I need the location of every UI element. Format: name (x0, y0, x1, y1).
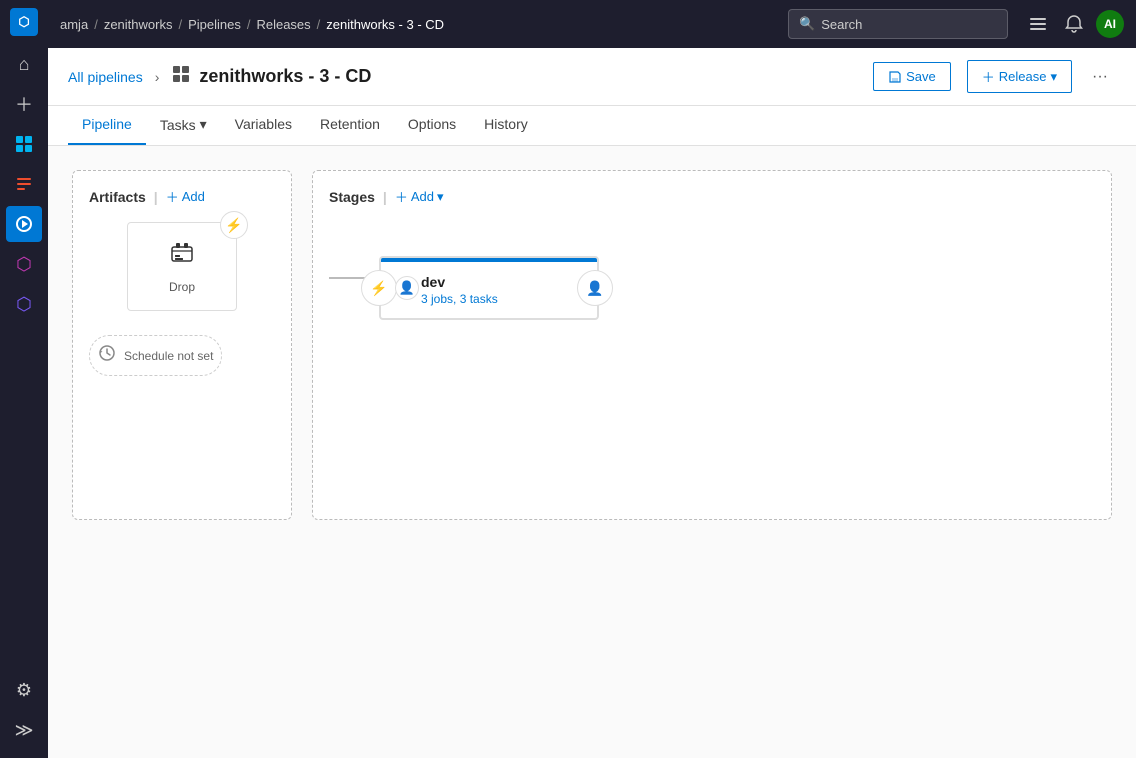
stage-wrapper: ⚡ 👤 dev 3 jobs, 3 tasks 👤 (329, 236, 1095, 320)
sidebar-item-pipelines[interactable] (6, 206, 42, 242)
tabs-bar: Pipeline Tasks ▾ Variables Retention Opt… (48, 106, 1136, 146)
sidebar: ⬡ ⌂ ＋ ⬡ ⬡ ⚙ ≫ (0, 0, 48, 758)
tab-options[interactable]: Options (394, 106, 470, 145)
pipeline-type-icon (171, 64, 191, 89)
tab-retention[interactable]: Retention (306, 106, 394, 145)
artifact-card-drop[interactable]: ⚡ Drop (127, 222, 237, 311)
pipeline-canvas: Artifacts | ＋ Add ⚡ (48, 146, 1136, 758)
stage-meta: 3 jobs, 3 tasks (421, 292, 585, 306)
schedule-badge[interactable]: Schedule not set (89, 335, 222, 376)
stage-approval-left-icon[interactable]: 👤 (395, 276, 419, 300)
topbar: amja / zenithworks / Pipelines / Release… (48, 0, 1136, 48)
artifact-type-icon (140, 239, 224, 274)
tab-pipeline[interactable]: Pipeline (68, 106, 146, 145)
artifacts-header: Artifacts | ＋ Add (89, 187, 275, 206)
breadcrumb: amja / zenithworks / Pipelines / Release… (60, 17, 444, 32)
notifications-icon[interactable] (1060, 10, 1088, 38)
sidebar-item-repo[interactable] (6, 166, 42, 202)
save-button[interactable]: Save (873, 62, 951, 91)
schedule-clock-icon (98, 344, 116, 367)
topbar-actions: AI (1024, 10, 1124, 38)
stages-title: Stages (329, 189, 375, 205)
breadcrumb-releases[interactable]: Releases (256, 17, 310, 32)
sidebar-logo[interactable]: ⬡ (10, 8, 38, 36)
artifact-name: Drop (140, 280, 224, 294)
add-stage-plus: ＋ (395, 187, 408, 206)
search-icon: 🔍 (799, 16, 815, 32)
add-artifact-plus: ＋ (166, 187, 179, 206)
sidebar-item-artifacts[interactable]: ⬡ (6, 286, 42, 322)
content-area: All pipelines › zenithworks - 3 - CD Sav… (48, 48, 1136, 758)
stage-card-dev[interactable]: ⚡ 👤 dev 3 jobs, 3 tasks 👤 (379, 256, 599, 320)
logo-icon: ⬡ (18, 14, 29, 30)
sidebar-item-add[interactable]: ＋ (6, 86, 42, 122)
breadcrumb-current: zenithworks - 3 - CD (326, 17, 444, 32)
page-title: zenithworks - 3 - CD (199, 66, 371, 87)
artifacts-title: Artifacts (89, 189, 146, 205)
stages-header: Stages | ＋ Add ▾ (329, 187, 1095, 206)
all-pipelines-link[interactable]: All pipelines (68, 69, 143, 85)
plus-icon: ＋ (982, 67, 995, 86)
breadcrumb-zenithworks[interactable]: zenithworks (104, 17, 173, 32)
tab-tasks[interactable]: Tasks ▾ (146, 106, 221, 145)
breadcrumb-amja[interactable]: amja (60, 17, 88, 32)
add-artifact-link[interactable]: ＋ Add (166, 187, 205, 206)
main-content: amja / zenithworks / Pipelines / Release… (48, 0, 1136, 758)
sidebar-item-home[interactable]: ⌂ (6, 46, 42, 82)
more-options-button[interactable]: ··· (1084, 64, 1116, 90)
add-stage-link[interactable]: ＋ Add ▾ (395, 187, 444, 206)
tab-history[interactable]: History (470, 106, 542, 145)
user-avatar[interactable]: AI (1096, 10, 1124, 38)
canvas-panels: Artifacts | ＋ Add ⚡ (72, 170, 1112, 520)
stage-approval-right-icon[interactable]: 👤 (577, 270, 613, 306)
sidebar-item-boards[interactable] (6, 126, 42, 162)
release-button[interactable]: ＋ Release ▾ (967, 60, 1072, 93)
breadcrumb-pipelines[interactable]: Pipelines (188, 17, 241, 32)
add-stage-dropdown-icon: ▾ (437, 189, 444, 205)
pipeline-header: All pipelines › zenithworks - 3 - CD Sav… (48, 48, 1136, 106)
artifact-lightning-icon: ⚡ (220, 211, 248, 239)
sidebar-item-testplans[interactable]: ⬡ (6, 246, 42, 282)
dropdown-icon: ▾ (1050, 69, 1057, 85)
stages-panel: Stages | ＋ Add ▾ (312, 170, 1112, 520)
stage-pre-deployment-icon[interactable]: ⚡ (361, 270, 397, 306)
schedule-label: Schedule not set (124, 349, 213, 363)
collapse-icon[interactable]: ≫ (6, 712, 42, 748)
settings-icon[interactable]: ⚙ (6, 672, 42, 708)
list-icon[interactable] (1024, 10, 1052, 38)
search-box[interactable]: 🔍 Search (788, 9, 1008, 39)
stage-name: dev (421, 274, 585, 290)
artifacts-panel: Artifacts | ＋ Add ⚡ (72, 170, 292, 520)
header-arrow: › (155, 69, 160, 85)
tasks-dropdown-icon: ▾ (200, 116, 207, 133)
search-placeholder: Search (821, 17, 862, 32)
tab-variables[interactable]: Variables (221, 106, 306, 145)
